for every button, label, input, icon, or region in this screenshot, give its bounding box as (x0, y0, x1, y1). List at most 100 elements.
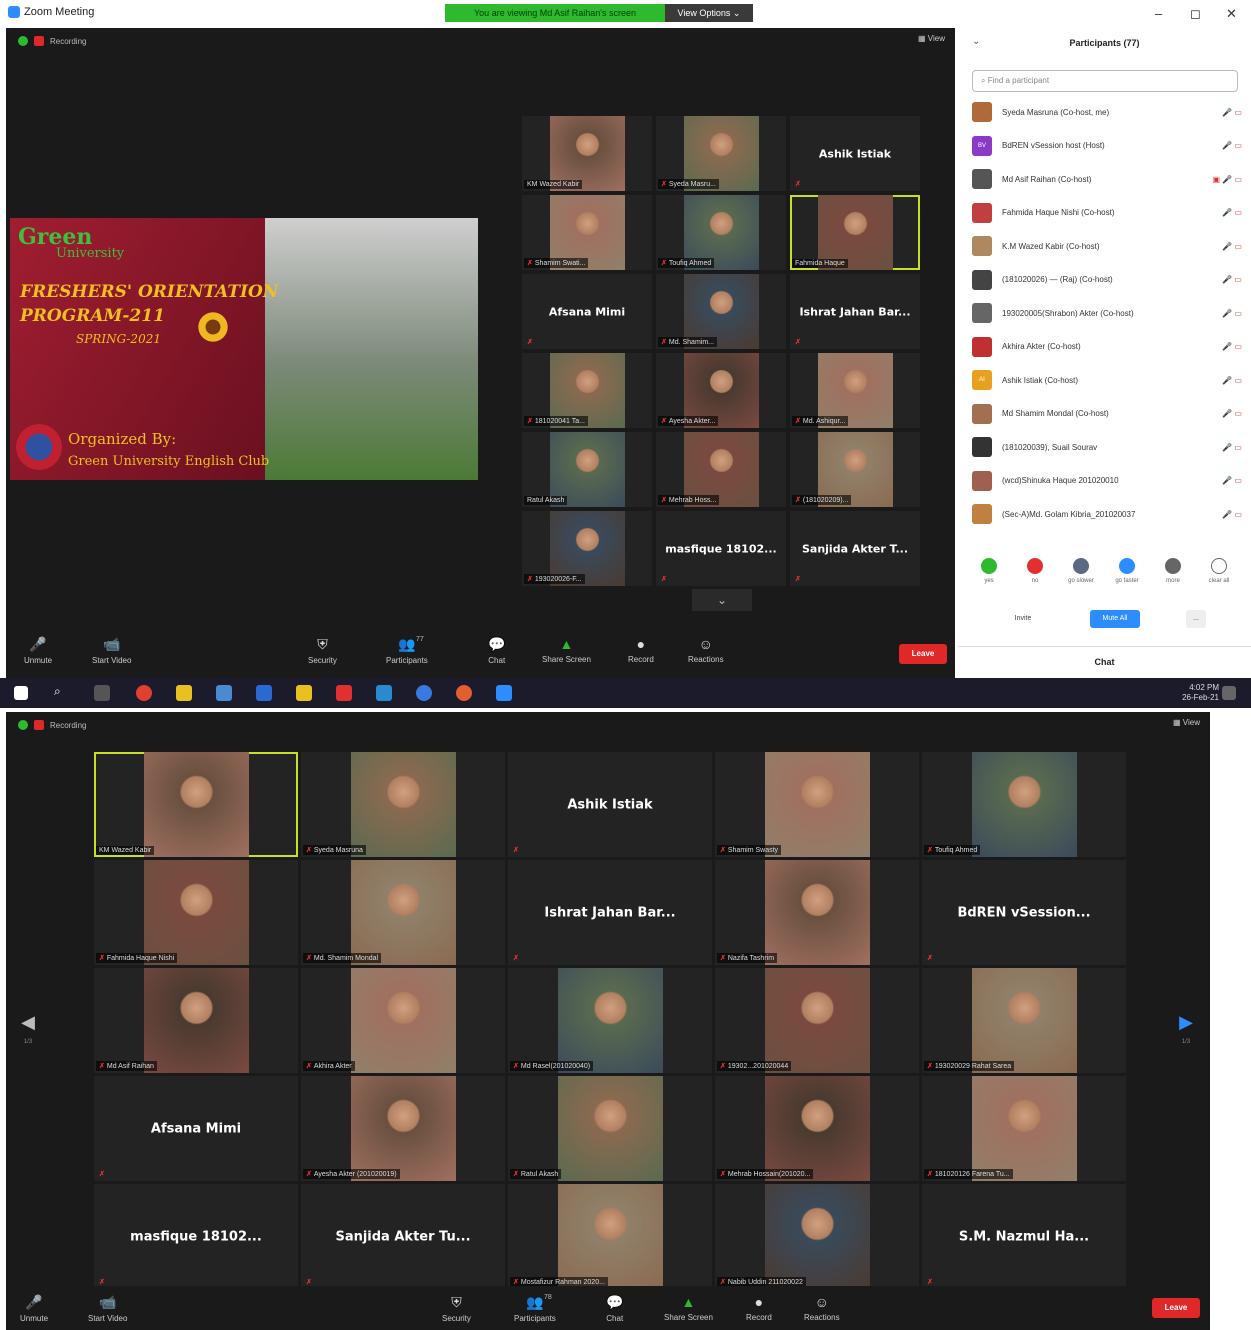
video-tile[interactable]: ✗ Nazifa Tashrim (715, 860, 919, 965)
video-tile[interactable]: Afsana Mimi ✗ (94, 1076, 298, 1181)
participant-row[interactable]: Md Asif Raihan (Co-host) ▣ 🎤 ▭ (972, 163, 1242, 195)
video-tile[interactable]: ✗ Md. Shamim... (656, 274, 786, 349)
scroll-down-arrow-icon[interactable]: ⌄ (692, 589, 752, 611)
mic-video-status-icon[interactable]: 🎤 ▭ (1222, 275, 1242, 284)
record-button[interactable]: ● Record (746, 1294, 772, 1322)
next-page-arrow-icon[interactable]: ▶ 1/3 (1174, 1012, 1198, 1045)
mic-video-status-icon[interactable]: 🎤 ▭ (1222, 376, 1242, 385)
video-tile[interactable]: Afsana Mimi ✗ (522, 274, 652, 349)
participant-row[interactable]: (181020039), Suail Sourav 🎤 ▭ (972, 431, 1242, 463)
chat-header[interactable]: Chat (958, 646, 1251, 667)
video-tile[interactable]: ✗ Akhira Akter (301, 968, 505, 1073)
video-tile[interactable]: ✗ Toufiq Ahmed (656, 195, 786, 270)
video-tile[interactable]: ✗ Syeda Masru... (656, 116, 786, 191)
video-tile[interactable]: KM Wazed Kabir (522, 116, 652, 191)
video-tile[interactable]: ✗ Ayesha Akter... (656, 353, 786, 428)
video-tile[interactable]: masfique 18102... ✗ (656, 511, 786, 586)
video-tile[interactable]: ✗ 193020026-F... (522, 511, 652, 586)
video-tile[interactable]: ✗ Mostafizur Rahman 2020... (508, 1184, 712, 1289)
mic-video-status-icon[interactable]: 🎤 ▭ (1222, 409, 1242, 418)
video-tile[interactable]: Ratul Akash (522, 432, 652, 507)
mute-all-button[interactable]: Mute All (1090, 610, 1140, 628)
close-button[interactable]: ✕ (1226, 6, 1237, 22)
video-tile[interactable]: Fahmida Haque (790, 195, 920, 270)
reaction-go-faster-button[interactable]: go faster (1112, 558, 1142, 584)
video-tile[interactable]: ✗ 19302...201020044 (715, 968, 919, 1073)
recording-icon[interactable] (34, 720, 44, 730)
encryption-shield-icon[interactable] (18, 720, 28, 730)
participants-button[interactable]: 👥 77 Participants (386, 636, 428, 665)
video-tile[interactable]: ✗ Md. Ashiqur... (790, 353, 920, 428)
start-video-button[interactable]: 📹 Start Video (92, 636, 131, 665)
video-tile[interactable]: Sanjida Akter T... ✗ (790, 511, 920, 586)
video-tile[interactable]: Ashik Istiak ✗ (508, 752, 712, 857)
video-tile[interactable]: ✗ Shamim Swasty (715, 752, 919, 857)
more-options-button[interactable]: ... (1186, 610, 1206, 628)
mic-video-status-icon[interactable]: 🎤 ▭ (1222, 208, 1242, 217)
unmute-button[interactable]: 🎤 Unmute (24, 636, 52, 665)
mic-video-status-icon[interactable]: 🎤 ▭ (1222, 342, 1242, 351)
participant-row[interactable]: BV BdREN vSession host (Host) 🎤 ▭ (972, 130, 1242, 162)
share-screen-button[interactable]: ▲ Share Screen (542, 636, 591, 664)
video-tile[interactable]: KM Wazed Kabir (94, 752, 298, 857)
reaction-go-slower-button[interactable]: go slower (1066, 558, 1096, 584)
mic-video-status-icon[interactable]: 🎤 ▭ (1222, 476, 1242, 485)
security-button[interactable]: ⛨ Security (442, 1294, 471, 1323)
mic-video-status-icon[interactable]: 🎤 ▭ (1222, 443, 1242, 452)
participant-row[interactable]: Syeda Masruna (Co-host, me) 🎤 ▭ (972, 96, 1242, 128)
leave-button[interactable]: Leave (899, 644, 947, 664)
record-button[interactable]: ● Record (628, 636, 654, 664)
participant-row[interactable]: (Sec-A)Md. Golam Kibria_201020037 🎤 ▭ (972, 498, 1242, 530)
search-icon[interactable]: ⌕ (54, 684, 70, 700)
security-button[interactable]: ⛨ Security (308, 636, 337, 665)
reaction-no-button[interactable]: no (1020, 558, 1050, 584)
video-tile[interactable]: ✗ 181020041 Ta... (522, 353, 652, 428)
reaction-yes-button[interactable]: yes (974, 558, 1004, 584)
participant-search-input[interactable]: ⌕ Find a participant (972, 70, 1238, 92)
reaction-more-button[interactable]: more (1158, 558, 1188, 584)
participant-row[interactable]: Akhira Akter (Co-host) 🎤 ▭ (972, 331, 1242, 363)
view-options-button[interactable]: View Options ⌄ (665, 4, 753, 22)
video-tile[interactable]: ✗ 193020029 Rahat Sarea (922, 968, 1126, 1073)
leave-button[interactable]: Leave (1152, 1298, 1200, 1318)
maximize-button[interactable]: ◻ (1190, 6, 1201, 22)
chat-button[interactable]: 💬 Chat (488, 636, 505, 665)
video-tile[interactable]: ✗ Fahmida Haque Nishi (94, 860, 298, 965)
invite-button[interactable]: Invite (998, 610, 1048, 628)
edge-icon[interactable] (416, 685, 432, 701)
reaction-clear-all-button[interactable]: clear all (1204, 558, 1234, 584)
video-tile[interactable]: ✗ Ratul Akash (508, 1076, 712, 1181)
video-tile[interactable]: masfique 18102... ✗ (94, 1184, 298, 1289)
sticky-notes-icon[interactable] (296, 685, 312, 701)
participants-button[interactable]: 👥 78 Participants (514, 1294, 556, 1323)
video-tile[interactable]: Ashik Istiak ✗ (790, 116, 920, 191)
encryption-shield-icon[interactable] (18, 36, 28, 46)
video-tile[interactable]: BdREN vSession... ✗ (922, 860, 1126, 965)
word-icon[interactable] (256, 685, 272, 701)
video-tile[interactable]: ✗ Ayesha Akter (201020019) (301, 1076, 505, 1181)
app-icon[interactable] (456, 685, 472, 701)
unmute-button[interactable]: 🎤 Unmute (20, 1294, 48, 1323)
video-tile[interactable]: Sanjida Akter Tu... ✗ (301, 1184, 505, 1289)
zoom-taskbar-icon[interactable] (496, 685, 512, 701)
video-tile[interactable]: ✗ Mehrab Hossain(201020... (715, 1076, 919, 1181)
video-tile[interactable]: ✗ Md Rasel(201020040) (508, 968, 712, 1073)
notifications-icon[interactable] (1222, 686, 1236, 700)
participant-row[interactable]: 193020005(Shrabon) Akter (Co-host) 🎤 ▭ (972, 297, 1242, 329)
participant-row[interactable]: (181020026) — (Raj) (Co-host) 🎤 ▭ (972, 264, 1242, 296)
video-tile[interactable]: ✗ Md Asif Raihan (94, 968, 298, 1073)
photos-icon[interactable] (376, 685, 392, 701)
video-tile[interactable]: ✗ Md. Shamim Mondal (301, 860, 505, 965)
start-windows-icon[interactable] (14, 686, 28, 700)
participant-row[interactable]: Md Shamim Mondal (Co-host) 🎤 ▭ (972, 398, 1242, 430)
minimize-button[interactable]: – (1155, 6, 1162, 21)
view-button[interactable]: ▦ View (1173, 718, 1200, 727)
share-screen-button[interactable]: ▲ Share Screen (664, 1294, 713, 1322)
participant-row[interactable]: K.M Wazed Kabir (Co-host) 🎤 ▭ (972, 230, 1242, 262)
chrome-icon[interactable] (136, 685, 152, 701)
view-button[interactable]: ▦ View (918, 34, 945, 43)
reactions-button[interactable]: ☺ Reactions (804, 1294, 840, 1322)
video-tile[interactable]: ✗ (181020209)... (790, 432, 920, 507)
chat-button[interactable]: 💬 Chat (606, 1294, 623, 1323)
start-video-button[interactable]: 📹 Start Video (88, 1294, 127, 1323)
